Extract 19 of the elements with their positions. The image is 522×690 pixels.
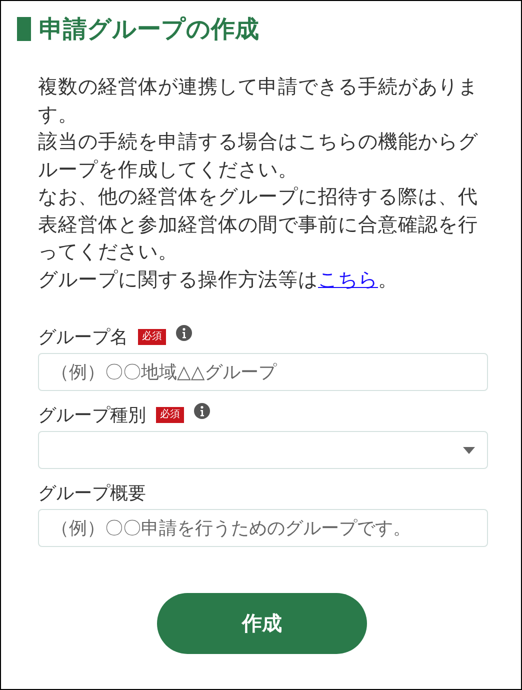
text-field[interactable]: （例）〇〇申請を行うためのグループです。 bbox=[38, 509, 488, 547]
field-label: グループ種別 bbox=[38, 404, 146, 427]
required-badge: 必須 bbox=[156, 407, 184, 423]
help-link[interactable]: こちら bbox=[318, 268, 378, 290]
intro-text: 該当の手続を申請する場合はこちらの機能からグループを作成してください。 bbox=[38, 129, 479, 182]
intro-text: なお、他の経営体をグループに招待する際は、代表経営体と参加経営体の間で事前に合意確認を行ってください。 bbox=[38, 184, 479, 265]
field-label: グループ概要 bbox=[38, 482, 146, 505]
info-icon[interactable] bbox=[194, 403, 210, 419]
create-button[interactable]: 作成 bbox=[157, 593, 367, 654]
field-label: グループ名 bbox=[38, 326, 128, 349]
page-title: 申請グループの作成 bbox=[17, 13, 486, 45]
text-field[interactable]: （例）〇〇地域△△グループ bbox=[38, 353, 488, 391]
heading-marker bbox=[17, 17, 31, 41]
select-field[interactable] bbox=[38, 431, 488, 469]
info-icon[interactable] bbox=[176, 325, 192, 341]
required-badge: 必須 bbox=[138, 329, 166, 345]
intro-text: 複数の経営体が連携して申請できる手続があります。 bbox=[38, 74, 479, 128]
help-text: グループに関する操作方法等は こちら。 bbox=[38, 266, 399, 292]
caret-icon bbox=[463, 447, 475, 454]
